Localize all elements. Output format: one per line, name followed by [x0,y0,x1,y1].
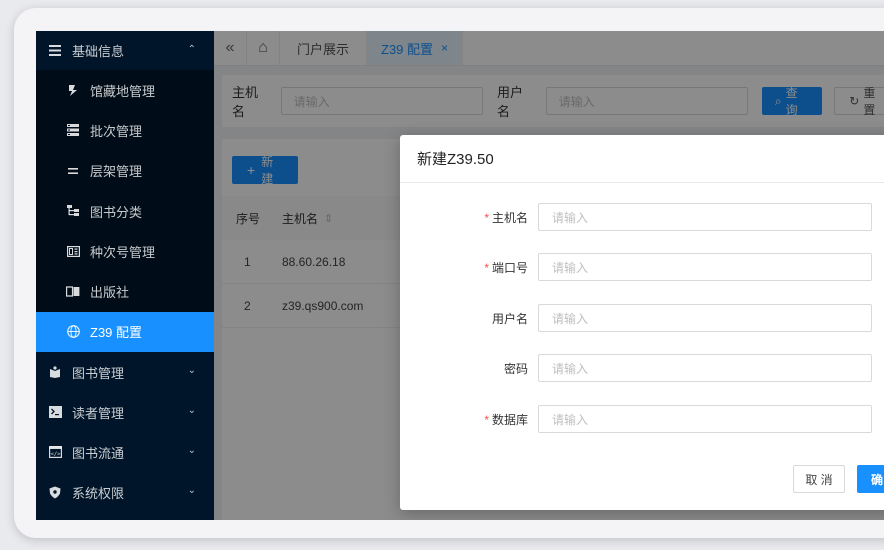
chevron-down-icon: ⌄ [187,405,196,417]
shelf-icon [66,167,80,175]
sidebar-item-batch[interactable]: 批次管理 [36,110,214,150]
sidebar-item-label: 图书分类 [90,204,143,220]
menu-group-circulation[interactable]: </> 图书流通 ⌄ [36,432,214,473]
modal-title: 新建Z39.50 [400,135,884,183]
menu-group-book-management[interactable]: 图书管理 ⌄ [36,352,214,393]
menu-group-label: 图书流通 [72,445,125,461]
sidebar-item-label: Z39 配置 [90,325,143,341]
form-row-username: 用户名 请输入 [400,304,884,332]
form-row-password: 密码 请输入 [400,354,884,382]
form-label-database: * 数据库 [400,411,538,428]
code-icon: </> [48,445,62,459]
required-mark: * [484,412,489,427]
sidebar-item-label: 馆藏地管理 [90,83,156,99]
sidebar-item-call-number[interactable]: 种次号管理 [36,231,214,271]
menu-group-label: 系统权限 [72,485,125,501]
username-input[interactable]: 请输入 [538,304,872,332]
list-icon [48,44,62,58]
confirm-button[interactable]: 确 定 [857,465,884,493]
modal-footer: 取 消 确 定 [793,465,884,493]
menu-group-label: 读者管理 [72,405,125,421]
form-label-text: 数据库 [491,412,528,427]
sidebar-item-label: 出版社 [90,285,130,301]
batch-icon [66,124,80,137]
cancel-button[interactable]: 取 消 [793,465,845,493]
number-icon [66,245,80,257]
menu-group-label: 基础信息 [72,44,125,59]
book-open-icon [66,286,80,297]
sidebar-item-collection-location[interactable]: 馆藏地管理 [36,70,214,110]
database-input[interactable]: 请输入 [538,405,872,433]
form-label-host: * 主机名 [400,209,538,226]
sidebar-item-publisher[interactable]: 出版社 [36,271,214,311]
basic-info-submenu: 馆藏地管理 批次管理 层架管理 图书分类 种次号管理 出版社 Z39 配置 [36,70,214,353]
sidebar-item-label: 层架管理 [90,164,143,180]
form-label-text: 端口号 [491,260,528,275]
port-input[interactable]: 请输入 [538,253,872,281]
sidebar-item-label: 种次号管理 [90,244,156,260]
sidebar-item-z39-config[interactable]: Z39 配置 [36,311,214,353]
form-row-database: * 数据库 请输入 [400,405,884,433]
form-label-password: 密码 [503,361,528,376]
globe-icon [66,325,80,339]
required-mark: * [484,260,489,275]
chevron-down-icon: ⌄ [187,445,196,457]
tree-icon [66,205,80,217]
menu-group-basic-info[interactable]: 基础信息 ⌃ [36,31,214,70]
sidebar-item-shelf[interactable]: 层架管理 [36,151,214,191]
form-row-port: * 端口号 请输入 [400,253,884,281]
form-label-username: 用户名 [491,311,528,326]
chevron-up-icon: ⌃ [187,44,196,55]
book-icon [48,365,62,379]
app-window: 基础信息 ⌃ 馆藏地管理 批次管理 层架管理 图书分类 种次号管理 出版社 Z3… [36,31,884,520]
menu-group-reader-management[interactable]: 读者管理 ⌄ [36,392,214,433]
menu-group-label: 图书管理 [72,365,125,381]
create-z39-modal: 新建Z39.50 * 主机名 请输入 * 端口号 请输入 用户名 请输入 密码 请输… [400,135,884,510]
chevron-down-icon: ⌄ [187,365,196,377]
form-label-text: 主机名 [491,210,528,225]
required-mark: * [484,210,489,225]
library-icon [66,84,80,97]
sidebar: 基础信息 ⌃ 馆藏地管理 批次管理 层架管理 图书分类 种次号管理 出版社 Z3… [36,31,214,520]
svg-text:</>: </> [50,452,61,458]
host-input[interactable]: 请输入 [538,203,872,231]
menu-group-system-permission[interactable]: 系统权限 ⌄ [36,472,214,513]
chevron-down-icon: ⌄ [187,485,196,497]
terminal-icon [48,405,62,419]
sidebar-item-book-category[interactable]: 图书分类 [36,191,214,231]
password-input[interactable]: 请输入 [538,354,872,382]
shield-icon [48,485,62,499]
sidebar-item-label: 批次管理 [90,123,143,139]
form-row-host: * 主机名 请输入 [400,203,884,231]
form-label-port: * 端口号 [400,259,538,276]
